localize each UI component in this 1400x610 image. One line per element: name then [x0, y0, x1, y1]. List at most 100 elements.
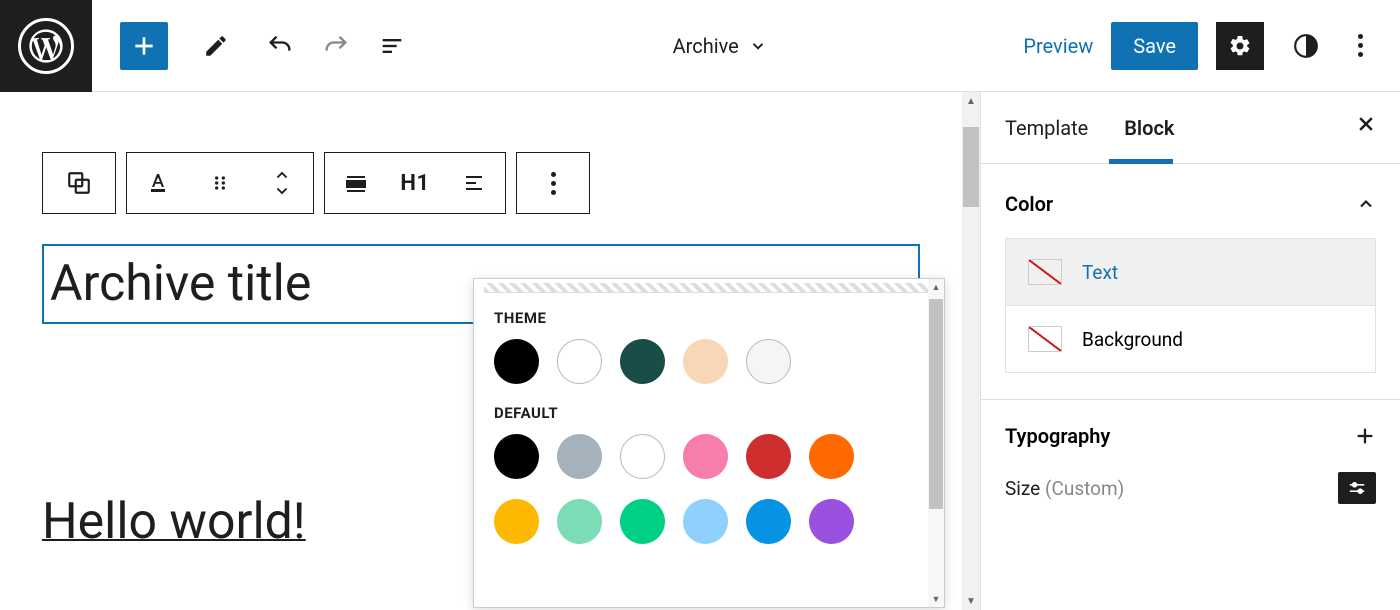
text-color-swatch: [1028, 259, 1062, 285]
color-swatch-purple[interactable]: [809, 499, 854, 544]
background-color-swatch: [1028, 326, 1062, 352]
wordpress-logo-icon: [18, 18, 74, 74]
chevron-up-icon: [1356, 194, 1376, 214]
half-circle-icon: [1293, 33, 1319, 59]
preview-button[interactable]: Preview: [1023, 34, 1093, 58]
more-options-button[interactable]: [1348, 22, 1372, 70]
toolbar-group-heading: H1: [324, 152, 506, 214]
color-swatch-lightblue[interactable]: [683, 499, 728, 544]
popover-scroll-up[interactable]: ▲: [928, 279, 944, 295]
gear-icon: [1228, 34, 1252, 58]
color-picker-popover: THEME DEFAULT: [473, 278, 945, 608]
text-color-button[interactable]: [127, 152, 189, 214]
tab-block[interactable]: Block: [1124, 92, 1174, 163]
color-swatch-mint[interactable]: [557, 499, 602, 544]
color-swatch-amber[interactable]: [494, 499, 539, 544]
color-swatch-green[interactable]: [620, 499, 665, 544]
scroll-down-arrow[interactable]: ▼: [962, 592, 980, 610]
color-swatch-lightgray[interactable]: [746, 339, 791, 384]
typography-title: Typography: [1005, 424, 1110, 448]
color-section: Color Text Background: [981, 164, 1400, 393]
size-settings-button[interactable]: [1338, 472, 1376, 504]
document-title-dropdown[interactable]: Archive: [416, 34, 1023, 58]
color-section-header[interactable]: Color: [1005, 192, 1376, 216]
color-swatch-peach[interactable]: [683, 339, 728, 384]
default-section-label: DEFAULT: [494, 404, 924, 422]
color-swatch-red[interactable]: [746, 434, 791, 479]
drag-icon: [210, 173, 230, 193]
editor-main: ▲ ▼: [0, 92, 1400, 610]
drag-handle[interactable]: [189, 152, 251, 214]
theme-section-label: THEME: [494, 309, 924, 327]
text-color-label: Text: [1082, 261, 1118, 284]
color-swatch-darkteal[interactable]: [620, 339, 665, 384]
post-title-link[interactable]: Hello world!: [42, 492, 306, 551]
add-block-button[interactable]: [120, 22, 168, 70]
tab-template[interactable]: Template: [1005, 92, 1088, 163]
color-swatch-orange[interactable]: [809, 434, 854, 479]
plus-icon: [1354, 425, 1376, 447]
more-vertical-icon: [541, 159, 565, 207]
background-color-row[interactable]: Background: [1006, 305, 1375, 372]
close-sidebar-button[interactable]: [1356, 114, 1376, 134]
popover-scrollbar-thumb[interactable]: [929, 299, 943, 509]
save-button[interactable]: Save: [1111, 22, 1198, 70]
color-swatch-pink[interactable]: [683, 434, 728, 479]
document-title-text: Archive: [673, 34, 739, 58]
color-section-title: Color: [1005, 192, 1053, 216]
sidebar-tabs: Template Block: [981, 92, 1400, 164]
chevrons-updown-icon: [271, 168, 293, 198]
list-view-button[interactable]: [368, 22, 416, 70]
close-icon: [1356, 114, 1376, 134]
settings-button[interactable]: [1216, 22, 1264, 70]
block-type-button[interactable]: [42, 152, 116, 214]
color-swatch-black2[interactable]: [494, 434, 539, 479]
heading-level-label: H1: [400, 171, 429, 196]
popover-scroll-down[interactable]: ▼: [928, 591, 944, 607]
archive-title-text: Archive title: [50, 255, 311, 313]
default-colors-row2: [494, 499, 924, 544]
text-color-row[interactable]: Text: [1006, 239, 1375, 305]
active-tab-indicator: [1109, 159, 1173, 164]
color-swatch-white[interactable]: [557, 339, 602, 384]
topbar-actions: Preview Save: [1023, 22, 1400, 70]
sliders-icon: [1347, 480, 1367, 496]
canvas-scrollbar[interactable]: ▲ ▼: [962, 92, 980, 610]
background-color-label: Background: [1082, 328, 1183, 351]
redo-button[interactable]: [312, 22, 360, 70]
post-title-text: Hello world!: [42, 493, 306, 551]
align-full-icon: [344, 171, 368, 195]
editor-canvas: ▲ ▼: [0, 92, 980, 610]
edit-icon[interactable]: [192, 22, 240, 70]
text-align-button[interactable]: [443, 152, 505, 214]
block-toolbar: H1: [42, 152, 590, 214]
chevron-down-icon: [749, 37, 767, 55]
undo-button[interactable]: [256, 22, 304, 70]
popover-scrollbar[interactable]: ▲ ▼: [928, 279, 944, 607]
default-colors-row1: [494, 434, 924, 479]
styles-button[interactable]: [1282, 22, 1330, 70]
color-swatch-blue[interactable]: [746, 499, 791, 544]
scrollbar-thumb[interactable]: [963, 127, 979, 207]
typography-section-header[interactable]: Typography: [981, 400, 1400, 460]
toolbar-group-text: [126, 152, 314, 214]
size-label: Size: [1005, 477, 1040, 500]
editor-topbar: Archive Preview Save: [0, 0, 1400, 92]
size-value: (Custom): [1045, 477, 1124, 500]
wordpress-logo[interactable]: [0, 0, 92, 92]
text-color-icon: [146, 171, 170, 195]
color-swatch-black[interactable]: [494, 339, 539, 384]
color-options: Text Background: [1005, 238, 1376, 373]
custom-color-bar[interactable]: [484, 283, 934, 293]
theme-colors-row: [494, 339, 924, 384]
block-more-button[interactable]: [516, 152, 590, 214]
color-swatch-white2[interactable]: [620, 434, 665, 479]
heading-level-button[interactable]: H1: [387, 152, 443, 214]
align-left-icon: [462, 171, 486, 195]
scroll-up-arrow[interactable]: ▲: [962, 92, 980, 110]
color-swatch-gray[interactable]: [557, 434, 602, 479]
font-size-row: Size (Custom): [981, 460, 1400, 520]
settings-sidebar: Template Block Color Text Background: [980, 92, 1400, 610]
move-updown-button[interactable]: [251, 152, 313, 214]
align-button[interactable]: [325, 152, 387, 214]
